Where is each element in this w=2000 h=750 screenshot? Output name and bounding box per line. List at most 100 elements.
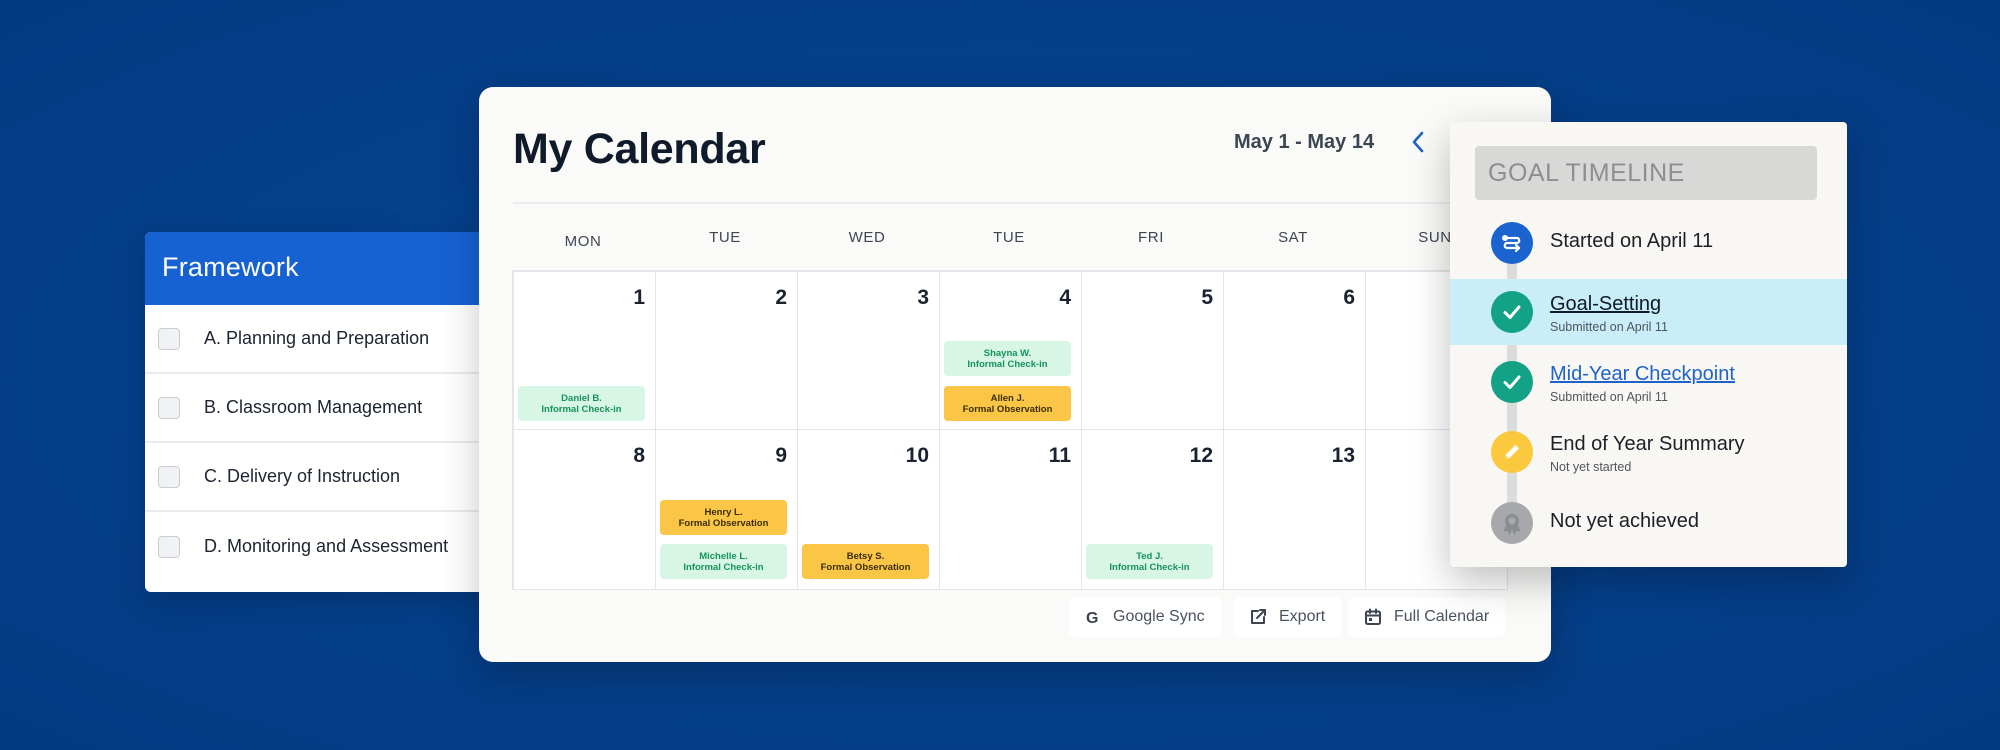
event-type: Informal Check-in — [683, 561, 764, 573]
day-cell[interactable]: 1 Daniel B. Informal Check-in — [514, 272, 656, 430]
day-number: 13 — [1331, 444, 1355, 467]
event-name: Allen J. — [990, 392, 1025, 404]
day-cell[interactable]: 6 — [1224, 272, 1366, 430]
weekday-label: FRI — [1138, 229, 1164, 246]
event-name: Henry L. — [704, 506, 743, 518]
day-cell[interactable]: 2 — [656, 272, 798, 430]
pencil-icon — [1491, 431, 1533, 473]
day-number: 11 — [1048, 444, 1071, 467]
date-range: May 1 - May 14 — [1234, 131, 1375, 153]
export-button[interactable]: Export — [1233, 597, 1342, 637]
framework-item-label: D. Monitoring and Assessment — [204, 536, 449, 556]
weekday-label: MON — [564, 233, 602, 250]
day-number: 2 — [775, 286, 787, 309]
award-icon — [1491, 502, 1533, 544]
weekday-label: TUE — [709, 229, 741, 246]
weekday-header: MON TUE WED TUE FRI SAT SUN — [512, 229, 1506, 269]
framework-title: Framework — [145, 232, 497, 305]
checkbox[interactable] — [158, 535, 180, 558]
full-calendar-button[interactable]: Full Calendar — [1348, 597, 1506, 637]
timeline-item-end-of-year: End of Year Summary Not yet started — [1450, 419, 1847, 485]
checkbox[interactable] — [158, 396, 180, 419]
day-number: 9 — [775, 444, 787, 467]
check-icon — [1491, 291, 1533, 333]
weekday-label: TUE — [993, 229, 1025, 246]
framework-item-delivery[interactable]: C. Delivery of Instruction — [145, 443, 497, 512]
day-cell[interactable]: 4 Shayna W. Informal Check-in Allen J. F… — [940, 272, 1082, 430]
day-cell[interactable]: 10 Betsy S. Formal Observation — [798, 430, 940, 590]
framework-item-label: C. Delivery of Instruction — [204, 466, 401, 486]
framework-panel: Framework A. Planning and Preparation B.… — [145, 232, 497, 592]
svg-text:G: G — [1086, 610, 1098, 625]
event-type: Informal Check-in — [1109, 561, 1190, 573]
google-sync-button[interactable]: G Google Sync — [1069, 597, 1221, 637]
calendar-icon — [1365, 608, 1381, 625]
event-type: Informal Check-in — [541, 403, 622, 415]
google-sync-label: Google Sync — [1113, 608, 1205, 625]
framework-item-classroom-management[interactable]: B. Classroom Management — [145, 374, 497, 443]
previous-button[interactable] — [1405, 127, 1431, 157]
event-chip[interactable]: Michelle L. Informal Check-in — [660, 544, 787, 579]
google-icon: G — [1086, 610, 1098, 625]
timeline-item-subtitle: Submitted on April 11 — [1550, 320, 1668, 334]
event-name: Daniel B. — [561, 392, 602, 404]
timeline-item-mid-year[interactable]: Mid-Year Checkpoint Submitted on April 1… — [1450, 349, 1847, 415]
weekday-label: SAT — [1278, 229, 1308, 246]
calendar-card: My Calendar May 1 - May 14 MON TUE WED T… — [479, 87, 1551, 662]
event-chip[interactable]: Ted J. Informal Check-in — [1086, 544, 1213, 579]
day-number: 4 — [1059, 286, 1071, 309]
event-chip[interactable]: Betsy S. Formal Observation — [802, 544, 929, 579]
calendar-grid: 1 Daniel B. Informal Check-in 2 3 4 Shay… — [512, 270, 1508, 590]
framework-item-monitoring[interactable]: D. Monitoring and Assessment — [145, 512, 497, 581]
day-cell[interactable]: 5 — [1082, 272, 1224, 430]
event-chip[interactable]: Henry L. Formal Observation — [660, 500, 787, 535]
external-link-icon — [1251, 609, 1266, 624]
checkbox[interactable] — [158, 465, 180, 488]
page-title: My Calendar — [513, 125, 766, 173]
event-type: Formal Observation — [962, 403, 1053, 415]
divider — [513, 202, 1517, 204]
event-name: Betsy S. — [846, 550, 885, 562]
goal-setting-link[interactable]: Goal-Setting — [1550, 293, 1668, 316]
event-chip[interactable]: Allen J. Formal Observation — [944, 386, 1071, 421]
day-number: 3 — [917, 286, 929, 309]
day-number: 1 — [633, 286, 645, 309]
goal-timeline-title: GOAL TIMELINE — [1475, 146, 1817, 200]
day-cell[interactable]: 9 Henry L. Formal Observation Michelle L… — [656, 430, 798, 590]
day-cell[interactable]: 11 — [940, 430, 1082, 590]
event-name: Ted J. — [1136, 550, 1163, 562]
export-label: Export — [1279, 608, 1326, 625]
event-chip[interactable]: Shayna W. Informal Check-in — [944, 341, 1071, 376]
goal-timeline-panel: GOAL TIMELINE Started on April 11 Goal-S… — [1450, 122, 1847, 567]
route-icon — [1491, 222, 1533, 264]
day-number: 8 — [633, 444, 645, 467]
full-calendar-label: Full Calendar — [1394, 608, 1490, 625]
timeline-item-title: Started on April 11 — [1550, 230, 1714, 252]
event-chip[interactable]: Daniel B. Informal Check-in — [518, 386, 645, 421]
weekday-label: WED — [848, 229, 886, 246]
checkbox[interactable] — [158, 327, 180, 350]
timeline-item-started: Started on April 11 — [1450, 210, 1847, 276]
framework-item-planning[interactable]: A. Planning and Preparation — [145, 305, 497, 374]
event-type: Formal Observation — [820, 561, 911, 573]
framework-item-label: B. Classroom Management — [204, 397, 423, 417]
chevron-left-icon — [1412, 131, 1424, 153]
mid-year-checkpoint-link[interactable]: Mid-Year Checkpoint — [1550, 363, 1735, 386]
framework-item-label: A. Planning and Preparation — [204, 328, 430, 348]
day-cell[interactable]: 3 — [798, 272, 940, 430]
day-cell[interactable]: 8 — [514, 430, 656, 590]
timeline-item-title: Not yet achieved — [1550, 510, 1699, 532]
event-name: Michelle L. — [699, 550, 748, 562]
day-number: 6 — [1343, 286, 1355, 309]
event-type: Informal Check-in — [967, 358, 1048, 370]
timeline-item-achievement: Not yet achieved — [1450, 490, 1847, 556]
day-cell[interactable]: 12 Ted J. Informal Check-in — [1082, 430, 1224, 590]
timeline-item-subtitle: Submitted on April 11 — [1550, 390, 1668, 404]
event-type: Formal Observation — [678, 517, 769, 529]
day-number: 12 — [1189, 444, 1213, 467]
timeline-item-goal-setting[interactable]: Goal-Setting Submitted on April 11 — [1450, 279, 1847, 345]
timeline-item-title: End of Year Summary — [1550, 433, 1745, 455]
day-number: 5 — [1201, 286, 1213, 309]
day-cell[interactable]: 13 — [1224, 430, 1366, 590]
check-icon — [1491, 361, 1533, 403]
